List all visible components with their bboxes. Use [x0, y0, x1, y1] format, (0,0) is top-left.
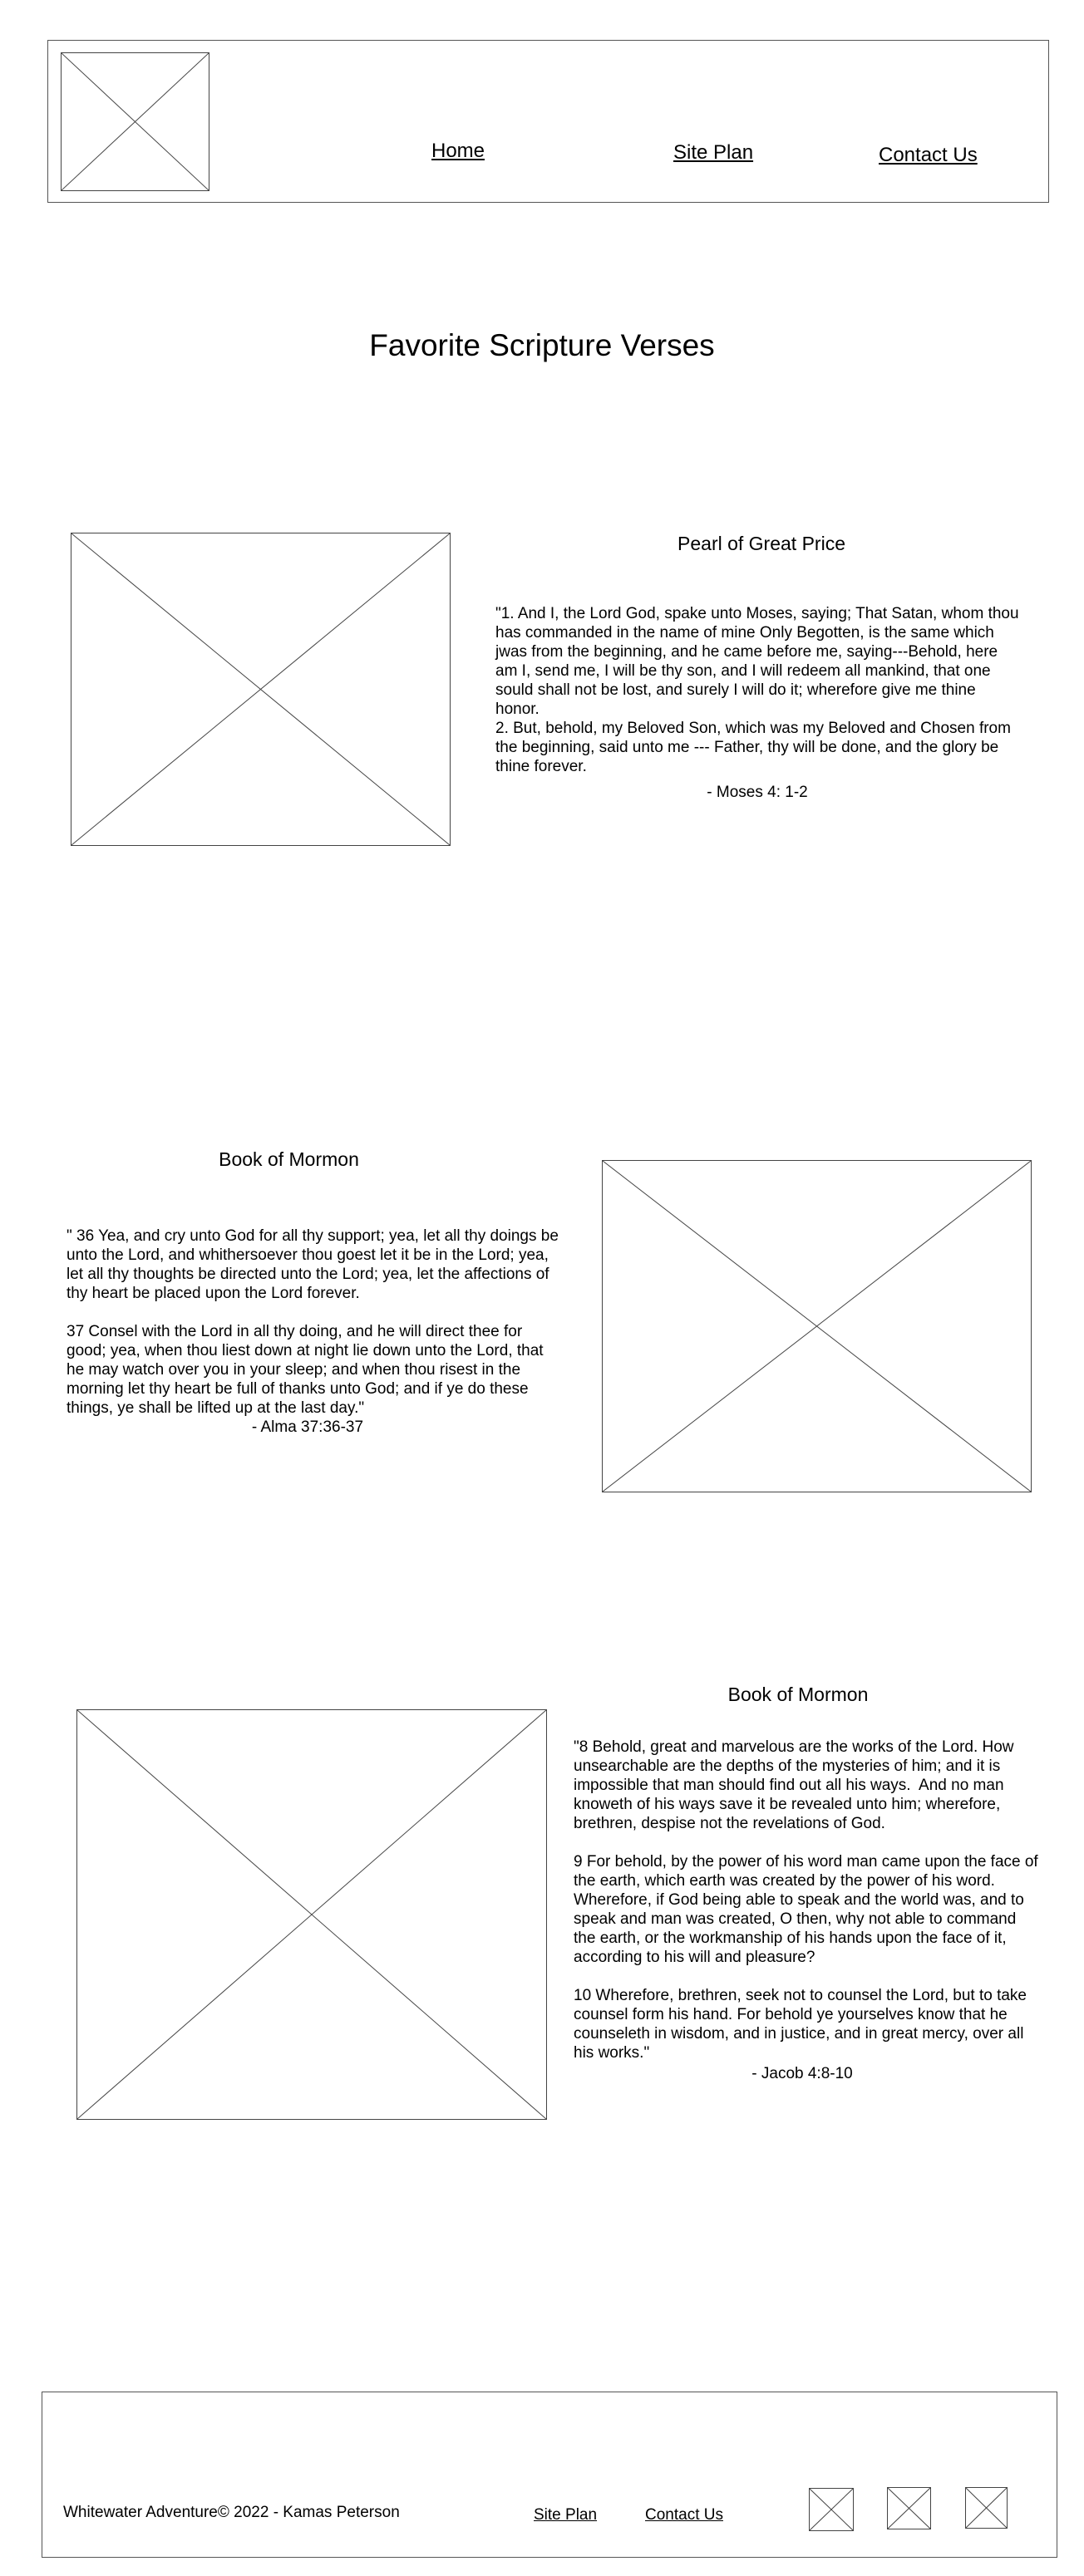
- social-placeholder-icon[interactable]: [809, 2488, 854, 2531]
- page-title: Favorite Scripture Verses: [369, 328, 715, 362]
- scripture-reference: - Moses 4: 1-2: [707, 784, 808, 801]
- nav-contact-link[interactable]: Contact Us: [879, 144, 978, 167]
- logo-placeholder-icon[interactable]: [61, 52, 209, 191]
- section-title: Book of Mormon: [219, 1148, 359, 1170]
- footer: [42, 2392, 1057, 2558]
- nav-home-link[interactable]: Home: [431, 140, 485, 163]
- scripture-reference: - Alma 37:36-37: [251, 1418, 364, 1436]
- footer-site-plan-link[interactable]: Site Plan: [534, 2506, 597, 2524]
- nav-site-plan-link[interactable]: Site Plan: [673, 141, 753, 165]
- footer-contact-link[interactable]: Contact Us: [645, 2506, 723, 2524]
- section-title: Pearl of Great Price: [678, 533, 845, 554]
- social-placeholder-icon[interactable]: [965, 2487, 1008, 2529]
- image-placeholder-icon: [76, 1709, 547, 2120]
- scripture-verse: " 36 Yea, and cry unto God for all thy s…: [67, 1227, 559, 1417]
- social-placeholder-icon[interactable]: [887, 2487, 931, 2529]
- image-placeholder-icon: [602, 1160, 1032, 1492]
- footer-copyright: Whitewater Adventure© 2022 - Kamas Peter…: [63, 2504, 400, 2521]
- scripture-verse: "8 Behold, great and marvelous are the w…: [574, 1738, 1038, 2062]
- scripture-reference: - Jacob 4:8-10: [751, 2065, 853, 2082]
- image-placeholder-icon: [71, 533, 451, 846]
- scripture-verse: "1. And I, the Lord God, spake unto Mose…: [495, 605, 1019, 775]
- section-title: Book of Mormon: [727, 1684, 869, 1705]
